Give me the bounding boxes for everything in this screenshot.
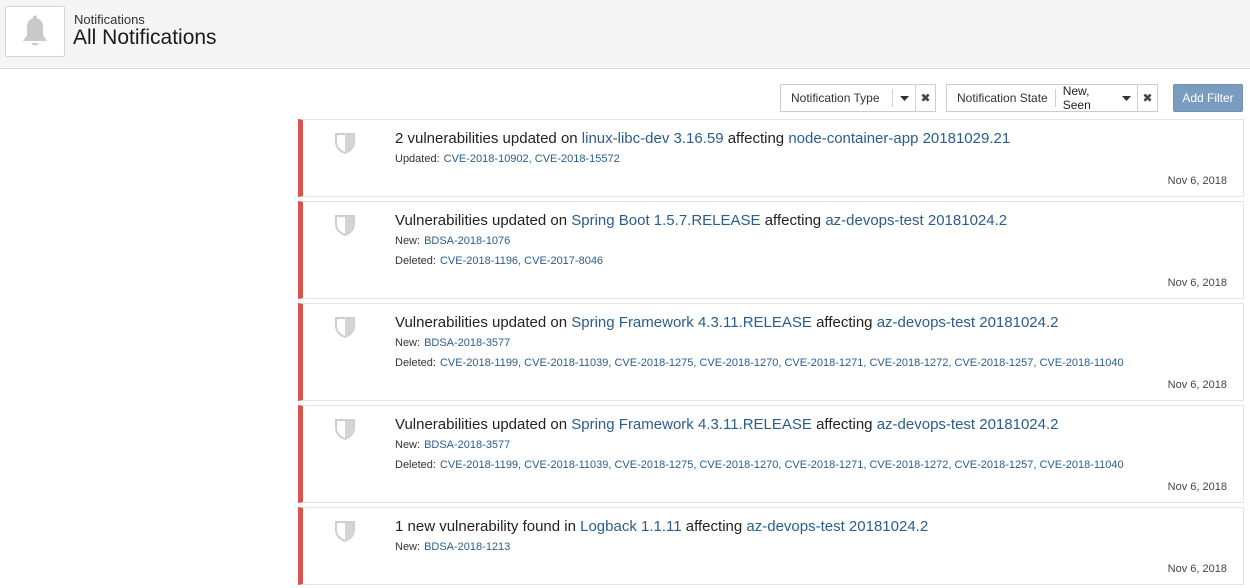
line-label: Deleted:	[395, 459, 436, 471]
component-link[interactable]: Spring Framework 4.3.11.RELEASE	[571, 314, 812, 331]
line-label: Updated:	[395, 153, 440, 165]
chevron-down-icon[interactable]	[1115, 85, 1137, 111]
breadcrumb: Notifications	[74, 12, 145, 27]
project-link[interactable]: az-devops-test 20181024.2	[877, 416, 1059, 433]
bell-icon	[23, 15, 47, 45]
vulnerability-line: Updated: CVE-2018-10902, CVE-2018-15572	[395, 153, 620, 165]
clear-filter-icon[interactable]: ✖	[915, 85, 935, 111]
component-link[interactable]: Logback 1.1.11	[580, 518, 681, 535]
project-link[interactable]: node-container-app 20181029.21	[788, 130, 1010, 147]
vulnerability-ids[interactable]: BDSA-2018-3577	[424, 439, 510, 451]
shield-icon	[335, 214, 355, 241]
shield-icon	[335, 418, 355, 445]
vulnerability-ids[interactable]: CVE-2018-1196, CVE-2017-8046	[440, 255, 603, 267]
notification-date: Nov 6, 2018	[1167, 175, 1227, 187]
notification-date: Nov 6, 2018	[1167, 379, 1227, 391]
notification-headline: 1 new vulnerability found in Logback 1.1…	[395, 518, 928, 535]
chevron-down-icon[interactable]	[893, 85, 915, 111]
notification-card[interactable]: Vulnerabilities updated on Spring Framew…	[298, 303, 1244, 401]
line-label: New:	[395, 235, 421, 247]
notification-state-filter[interactable]: Notification State New, Seen ✖	[946, 84, 1158, 112]
vulnerability-ids[interactable]: BDSA-2018-1076	[424, 235, 510, 247]
add-filter-button[interactable]: Add Filter	[1173, 84, 1243, 112]
shield-icon	[335, 316, 355, 343]
headline-text: 1 new vulnerability found in	[395, 518, 581, 535]
headline-text: affecting	[723, 130, 789, 147]
project-link[interactable]: az-devops-test 20181024.2	[746, 518, 928, 535]
headline-text: Vulnerabilities updated on	[395, 212, 572, 229]
notification-card[interactable]: Vulnerabilities updated on Spring Framew…	[298, 405, 1244, 503]
vulnerability-line: New: BDSA-2018-1076	[395, 235, 510, 247]
shield-icon	[335, 520, 355, 547]
notification-headline: Vulnerabilities updated on Spring Boot 1…	[395, 212, 1007, 229]
headline-text: affecting	[681, 518, 747, 535]
notification-headline: Vulnerabilities updated on Spring Framew…	[395, 314, 1059, 331]
line-label: New:	[395, 439, 421, 451]
clear-filter-icon[interactable]: ✖	[1137, 85, 1157, 111]
shield-icon	[335, 132, 355, 159]
page-header: Notifications All Notifications	[0, 0, 1250, 69]
vulnerability-line: New: BDSA-2018-1213	[395, 541, 510, 553]
notification-type-label: Notification Type	[791, 91, 880, 105]
vulnerability-ids[interactable]: CVE-2018-10902, CVE-2018-15572	[444, 153, 620, 165]
line-label: Deleted:	[395, 357, 436, 369]
component-link[interactable]: Spring Framework 4.3.11.RELEASE	[571, 416, 812, 433]
vulnerability-line: New: BDSA-2018-3577	[395, 337, 510, 349]
vulnerability-ids[interactable]: BDSA-2018-3577	[424, 337, 510, 349]
headline-text: Vulnerabilities updated on	[395, 416, 572, 433]
vulnerability-ids[interactable]: CVE-2018-1199, CVE-2018-11039, CVE-2018-…	[440, 357, 1124, 369]
notification-headline: Vulnerabilities updated on Spring Framew…	[395, 416, 1059, 433]
headline-text: affecting	[760, 212, 826, 229]
headline-text: affecting	[811, 314, 877, 331]
vulnerability-line: Deleted: CVE-2018-1199, CVE-2018-11039, C…	[395, 459, 1124, 471]
notification-date: Nov 6, 2018	[1167, 481, 1227, 493]
vulnerability-line: New: BDSA-2018-3577	[395, 439, 510, 451]
vulnerability-line: Deleted: CVE-2018-1199, CVE-2018-11039, C…	[395, 357, 1124, 369]
notification-date: Nov 6, 2018	[1167, 277, 1227, 289]
project-link[interactable]: az-devops-test 20181024.2	[877, 314, 1059, 331]
line-label: New:	[395, 337, 421, 349]
bell-icon-box	[5, 6, 65, 57]
notification-state-label: Notification State	[957, 91, 1048, 105]
notification-card[interactable]: 1 new vulnerability found in Logback 1.1…	[298, 507, 1244, 585]
notification-card[interactable]: 2 vulnerabilities updated on linux-libc-…	[298, 119, 1244, 197]
page-title: All Notifications	[73, 26, 217, 49]
headline-text: 2 vulnerabilities updated on	[395, 130, 582, 147]
vulnerability-ids[interactable]: CVE-2018-1199, CVE-2018-11039, CVE-2018-…	[440, 459, 1124, 471]
vulnerability-ids[interactable]: BDSA-2018-1213	[424, 541, 510, 553]
headline-text: Vulnerabilities updated on	[395, 314, 572, 331]
component-link[interactable]: linux-libc-dev 3.16.59	[582, 130, 724, 147]
component-link[interactable]: Spring Boot 1.5.7.RELEASE	[571, 212, 760, 229]
notification-date: Nov 6, 2018	[1167, 563, 1227, 575]
project-link[interactable]: az-devops-test 20181024.2	[825, 212, 1007, 229]
notification-card[interactable]: Vulnerabilities updated on Spring Boot 1…	[298, 201, 1244, 299]
notification-type-filter[interactable]: Notification Type ✖	[780, 84, 936, 112]
notification-headline: 2 vulnerabilities updated on linux-libc-…	[395, 130, 1010, 147]
line-label: New:	[395, 541, 421, 553]
line-label: Deleted:	[395, 255, 436, 267]
headline-text: affecting	[811, 416, 877, 433]
notification-state-value: New, Seen	[1062, 84, 1091, 112]
vulnerability-line: Deleted: CVE-2018-1196, CVE-2017-8046	[395, 255, 603, 267]
